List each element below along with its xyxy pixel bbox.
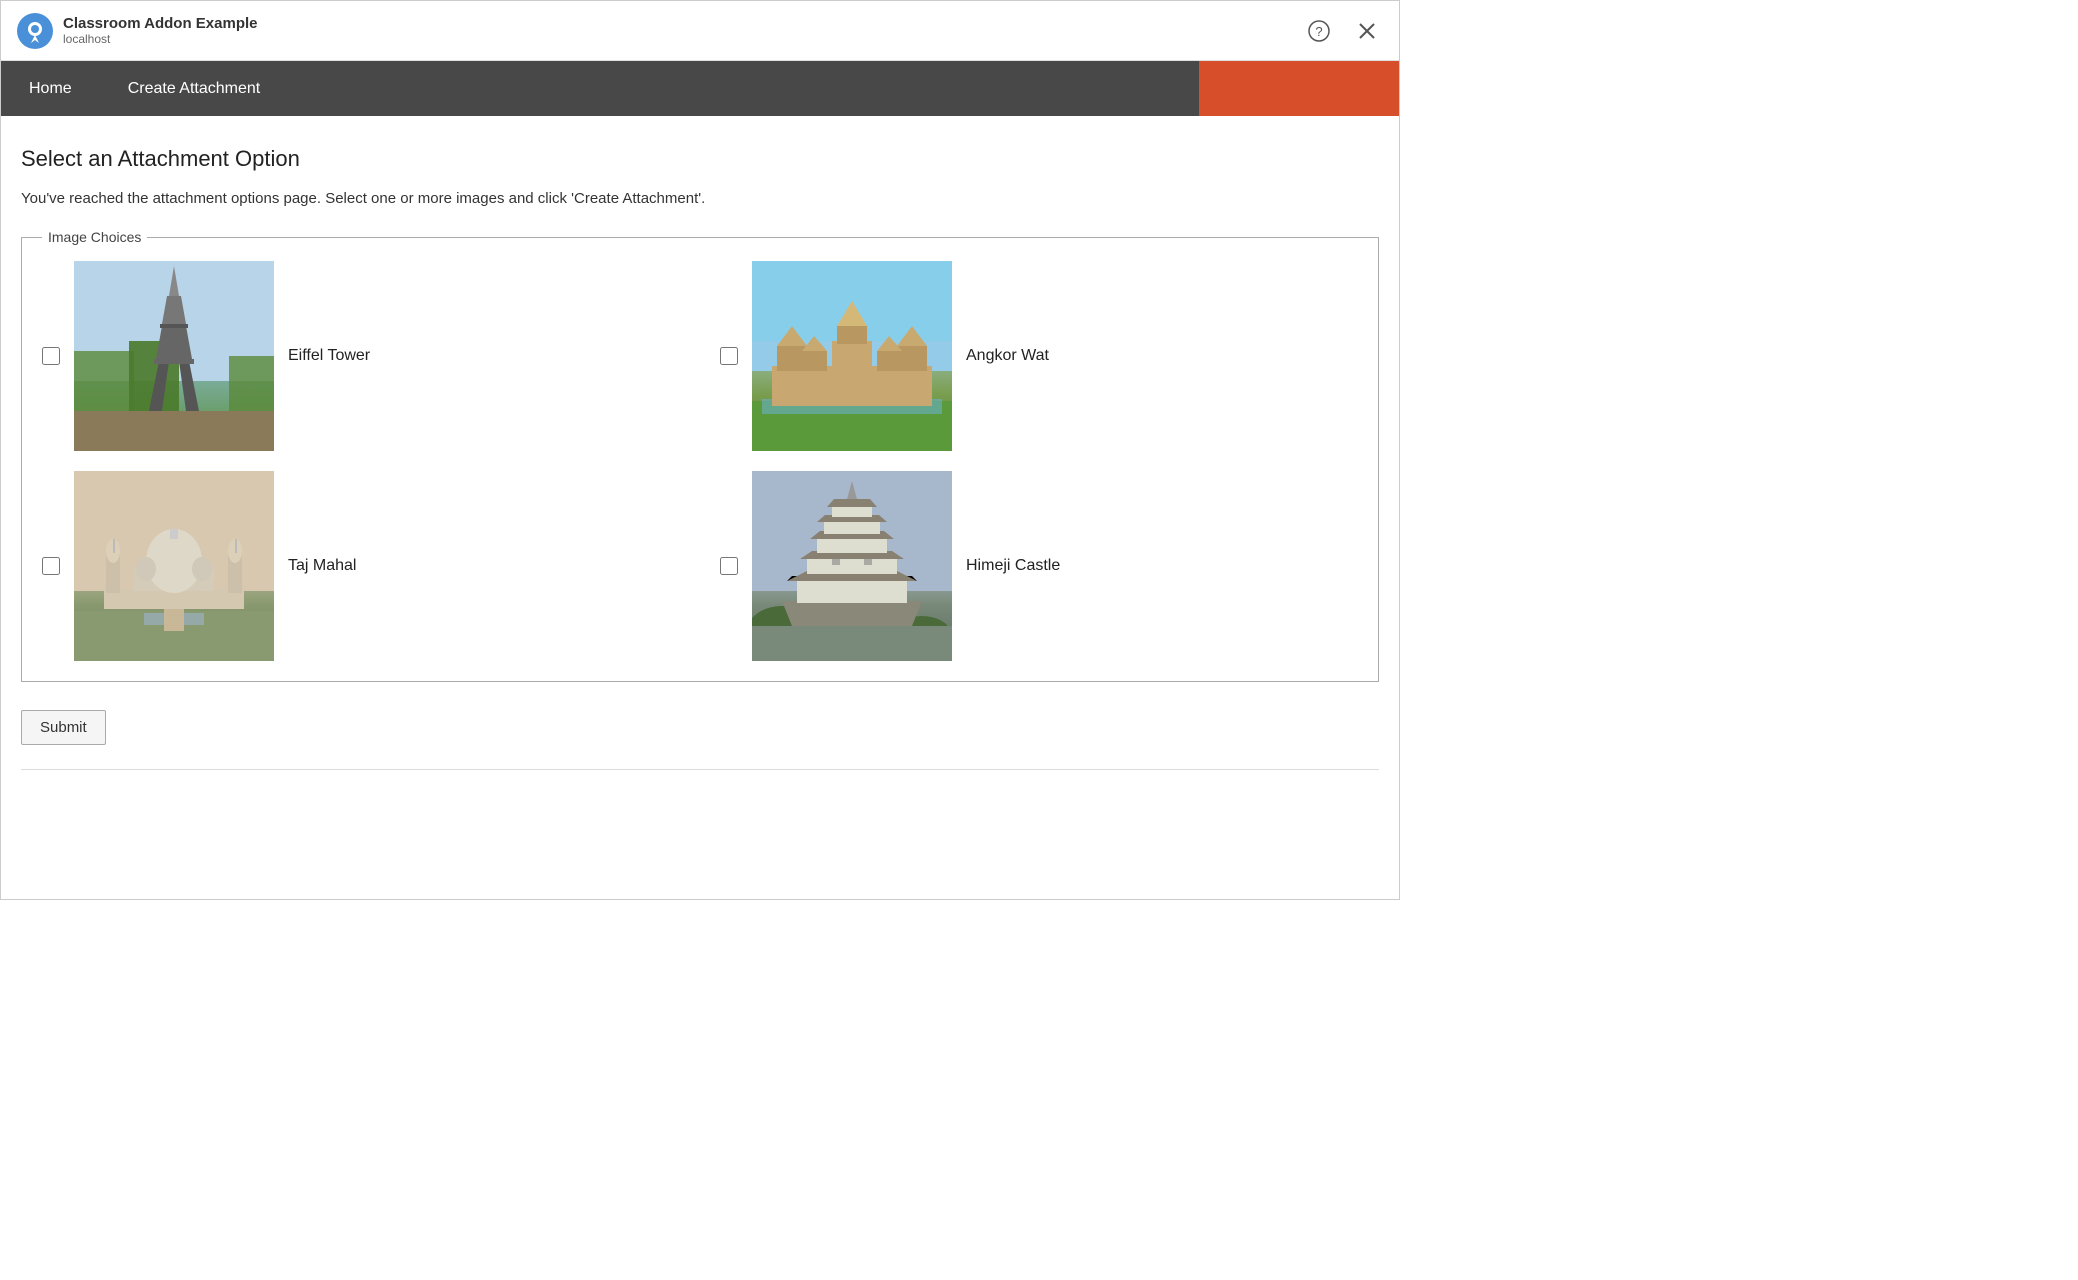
submit-button[interactable]: Submit [21, 710, 106, 745]
title-bar: Classroom Addon Example localhost ? [1, 1, 1399, 61]
page-description: You've reached the attachment options pa… [21, 190, 1379, 207]
checkbox-himeji[interactable] [720, 557, 738, 575]
label-taj[interactable]: Taj Mahal [288, 557, 356, 575]
images-grid: Eiffel Tower [42, 261, 1358, 661]
fieldset-legend: Image Choices [42, 229, 147, 245]
help-button[interactable]: ? [1303, 15, 1335, 47]
close-icon [1358, 22, 1376, 40]
main-content: Select an Attachment Option You've reach… [1, 116, 1399, 790]
label-himeji[interactable]: Himeji Castle [966, 557, 1060, 575]
app-subtitle: localhost [63, 32, 258, 46]
nav-home[interactable]: Home [1, 61, 100, 116]
image-option-eiffel: Eiffel Tower [42, 261, 680, 451]
image-taj [74, 471, 274, 661]
image-option-himeji: Himeji Castle [720, 471, 1358, 661]
app-icon [17, 13, 53, 49]
page-heading: Select an Attachment Option [21, 146, 1379, 172]
svg-text:?: ? [1315, 24, 1322, 39]
label-angkor[interactable]: Angkor Wat [966, 347, 1049, 365]
title-bar-left: Classroom Addon Example localhost [17, 13, 258, 49]
image-option-angkor: Angkor Wat [720, 261, 1358, 451]
image-himeji [752, 471, 952, 661]
help-icon: ? [1308, 20, 1330, 42]
checkbox-eiffel[interactable] [42, 347, 60, 365]
image-option-taj: Taj Mahal [42, 471, 680, 661]
checkbox-taj[interactable] [42, 557, 60, 575]
nav-accent [1199, 61, 1399, 116]
app-title-group: Classroom Addon Example localhost [63, 15, 258, 46]
nav-create-attachment[interactable]: Create Attachment [100, 61, 289, 116]
close-button[interactable] [1351, 15, 1383, 47]
image-choices-fieldset: Image Choices [21, 229, 1379, 682]
bottom-divider [21, 769, 1379, 770]
app-title: Classroom Addon Example [63, 15, 258, 32]
checkbox-angkor[interactable] [720, 347, 738, 365]
nav-bar: Home Create Attachment [1, 61, 1399, 116]
image-angkor [752, 261, 952, 451]
image-eiffel [74, 261, 274, 451]
label-eiffel[interactable]: Eiffel Tower [288, 347, 370, 365]
title-bar-right: ? [1303, 15, 1383, 47]
